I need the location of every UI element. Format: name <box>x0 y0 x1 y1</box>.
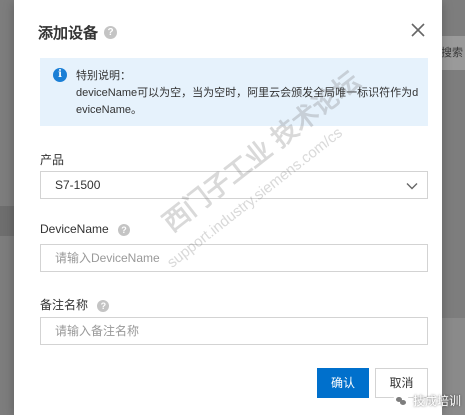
question-circle-icon[interactable]: ? <box>104 26 117 39</box>
close-icon <box>411 23 425 37</box>
info-title: 特别说明： <box>76 70 131 82</box>
question-circle-icon[interactable]: ? <box>97 299 110 312</box>
remark-input[interactable] <box>40 317 428 345</box>
product-select-value: S7-1500 <box>55 178 101 192</box>
devicename-label-text: DeviceName <box>40 222 109 236</box>
info-circle-icon: i <box>53 68 67 82</box>
brand-badge: 技成培训 <box>392 392 461 409</box>
remark-label: 备注名称 ? <box>40 296 110 313</box>
devicename-label: DeviceName ? <box>40 222 131 236</box>
product-label-text: 产品 <box>40 153 65 167</box>
devicename-input[interactable] <box>40 244 428 272</box>
dialog-header: 添加设备 ? <box>14 0 442 62</box>
close-button[interactable] <box>408 20 428 40</box>
wechat-icon <box>392 392 409 409</box>
dialog-title: 添加设备 <box>38 25 99 42</box>
confirm-button[interactable]: 确认 <box>317 368 369 398</box>
info-notice: i 特别说明： deviceName可以为空，当为空时，阿里云会颁发全局唯一标识… <box>40 58 428 126</box>
remark-label-text: 备注名称 <box>40 298 89 312</box>
brand-label: 技成培训 <box>412 394 461 408</box>
product-label: 产品 <box>40 151 64 168</box>
question-circle-icon[interactable]: ? <box>118 223 131 236</box>
add-device-dialog: 添加设备 ? i 特别说明： deviceName可以为空，当为空时，阿里云会颁… <box>14 0 442 415</box>
info-body: deviceName可以为空，当为空时，阿里云会颁发全局唯一标识符作为devic… <box>76 87 419 116</box>
product-select[interactable]: S7-1500 <box>40 171 428 199</box>
background-search-label: 搜索 <box>441 47 463 59</box>
chevron-down-icon <box>406 183 418 190</box>
background-block <box>0 206 14 236</box>
